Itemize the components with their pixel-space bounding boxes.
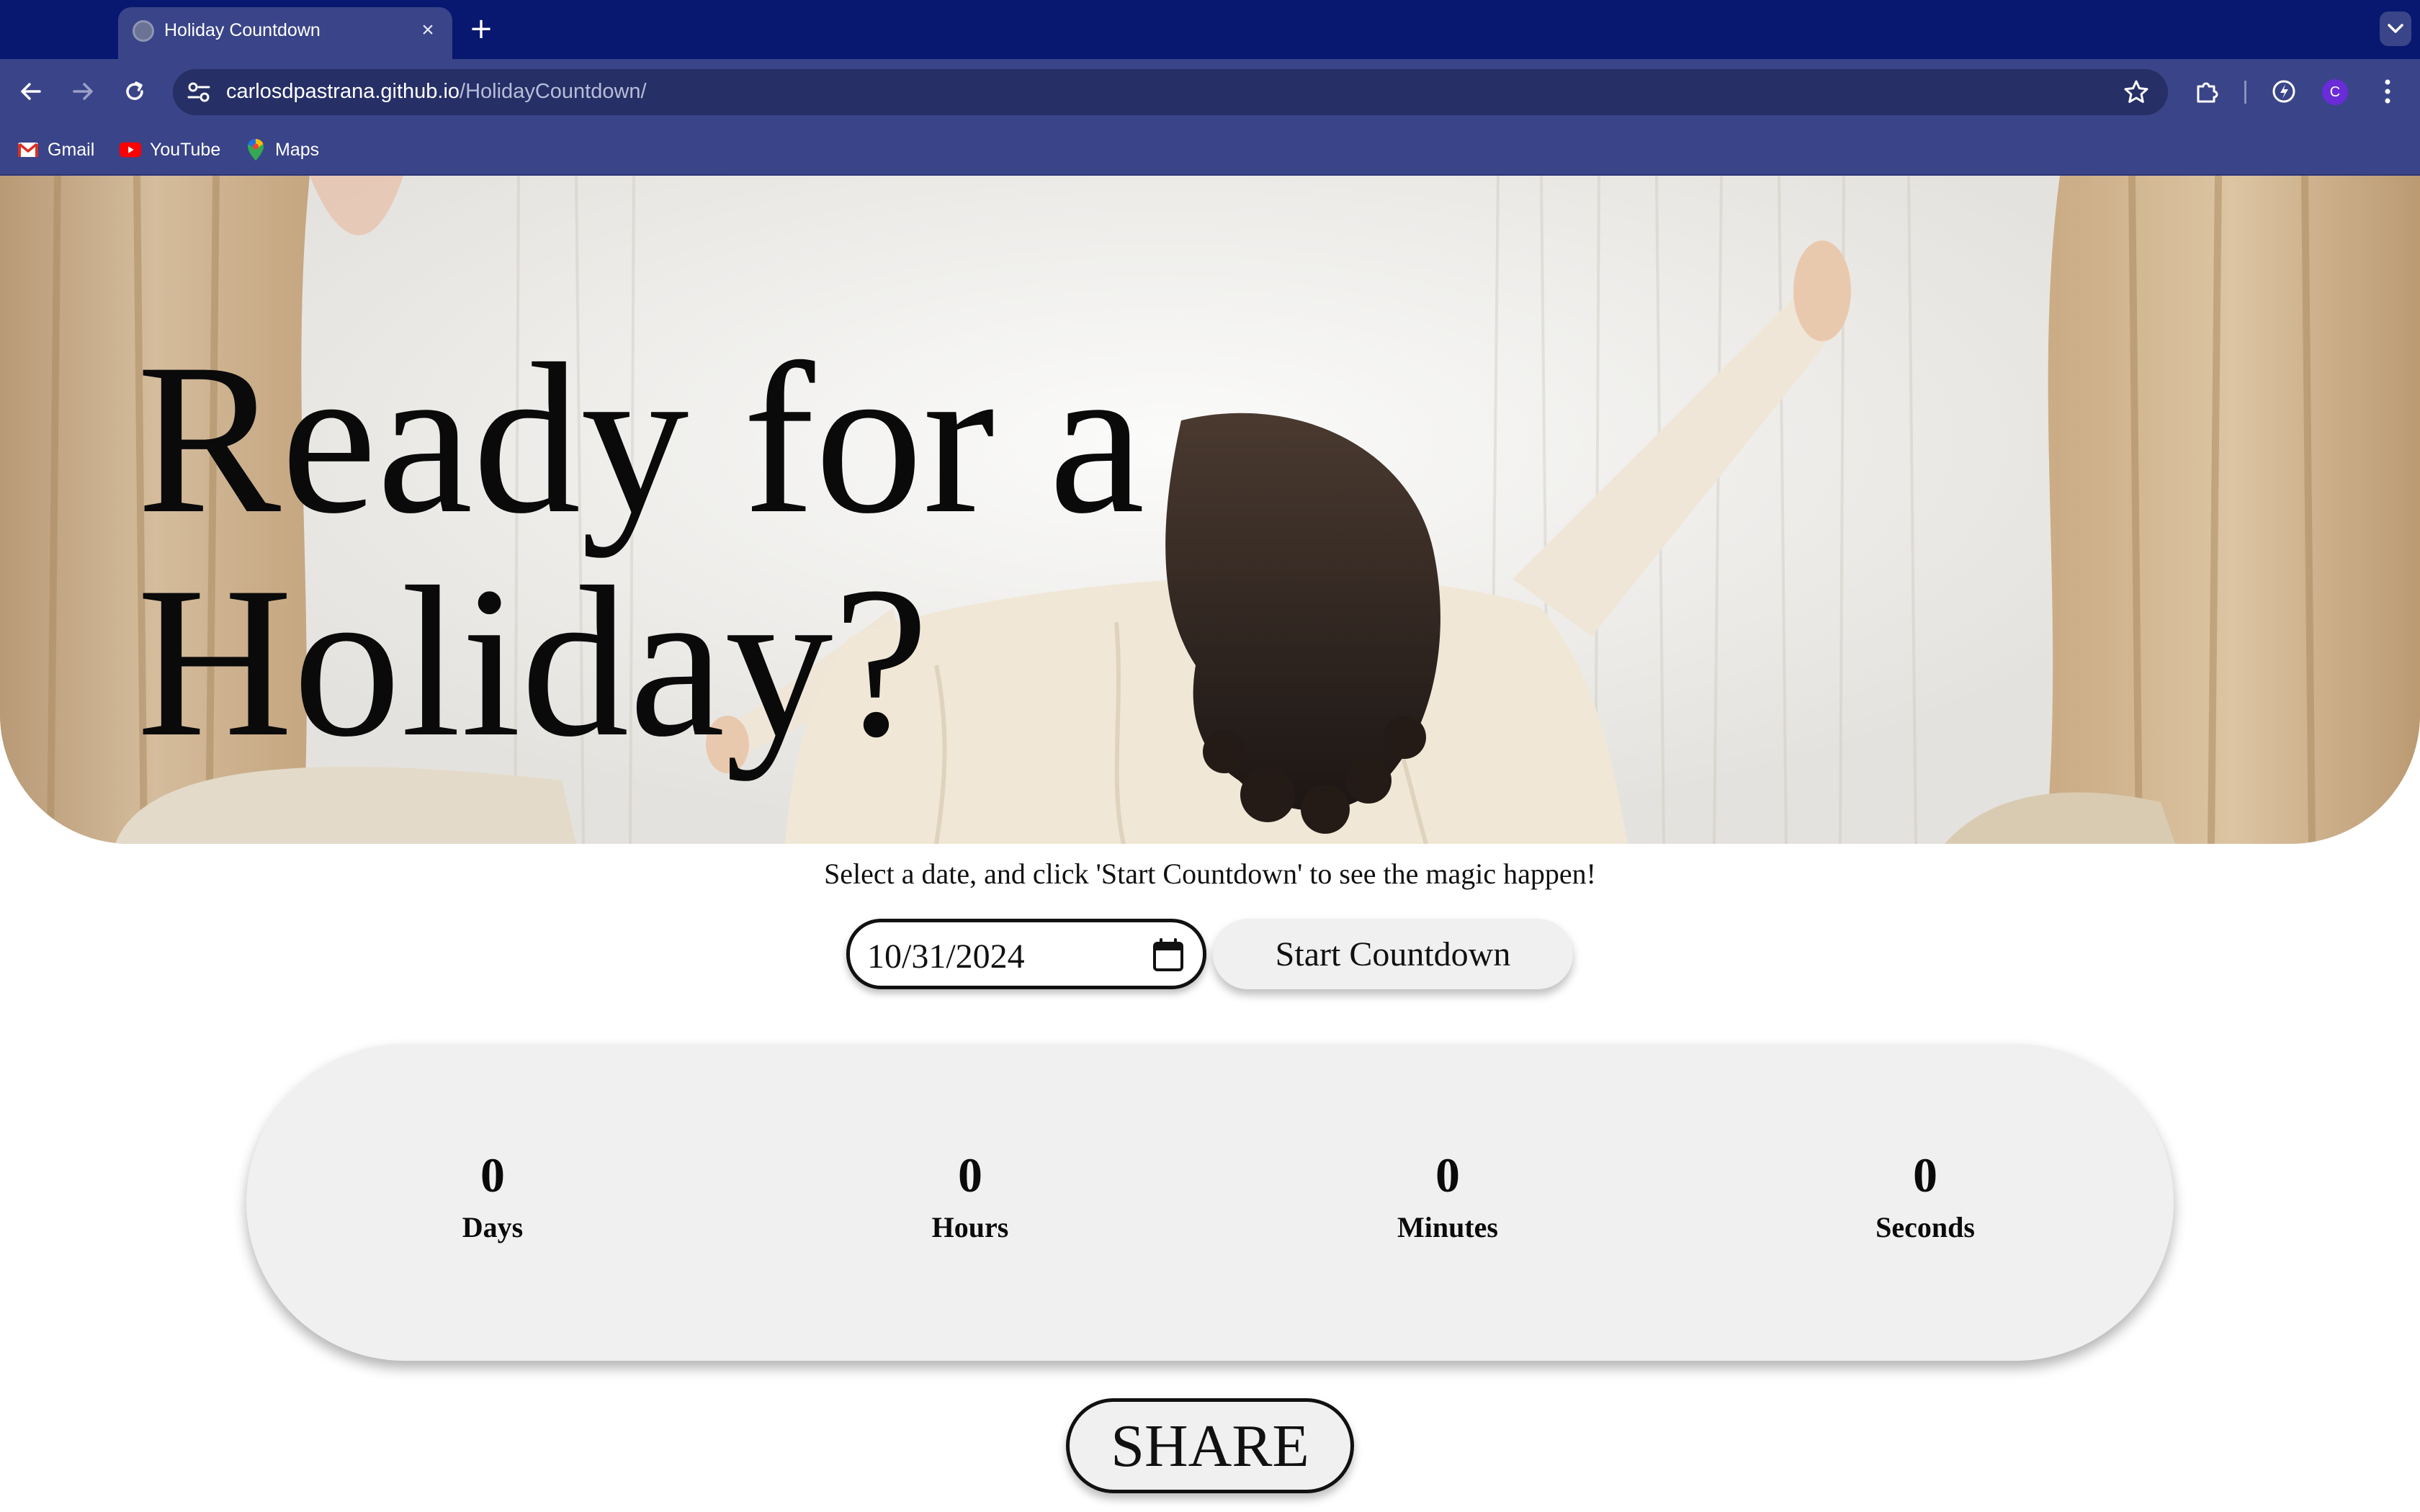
bookmark-label: YouTube xyxy=(150,139,221,160)
tab-title: Holiday Countdown xyxy=(164,20,321,40)
countdown-hours: 0 Hours xyxy=(826,1145,1114,1246)
browser-tab[interactable]: Holiday Countdown × xyxy=(118,7,452,59)
more-vertical-icon xyxy=(2385,79,2390,104)
days-label: Days xyxy=(462,1211,524,1243)
calendar-icon[interactable] xyxy=(1152,938,1184,973)
profile-avatar[interactable]: C xyxy=(2322,79,2348,105)
bookmarks-bar: Gmail YouTube Maps xyxy=(0,124,2420,176)
chevron-down-icon xyxy=(2388,24,2403,33)
countdown-minutes: 0 Minutes xyxy=(1304,1145,1592,1246)
instructions-text: Select a date, and click 'Start Countdow… xyxy=(824,858,1596,890)
hours-label: Hours xyxy=(931,1211,1009,1243)
minutes-label: Minutes xyxy=(1397,1211,1498,1243)
close-tab-button[interactable]: × xyxy=(413,16,442,45)
countdown-seconds: 0 Seconds xyxy=(1781,1145,2069,1246)
bookmark-star-icon[interactable] xyxy=(2122,78,2151,107)
countdown-panel: 0 Days 0 Hours 0 Minutes 0 Seconds xyxy=(246,1044,2174,1361)
gmail-icon xyxy=(17,139,39,161)
hours-value: 0 xyxy=(958,1148,982,1202)
tab-strip: Holiday Countdown × + xyxy=(0,0,2420,59)
maps-icon xyxy=(245,139,266,161)
bookmark-youtube[interactable]: YouTube xyxy=(120,137,220,163)
minutes-value: 0 xyxy=(1435,1148,1460,1202)
extensions-button[interactable] xyxy=(2191,75,2224,108)
bookmark-gmail[interactable]: Gmail xyxy=(17,137,94,163)
globe-icon xyxy=(133,20,154,42)
new-tab-button[interactable]: + xyxy=(467,10,496,48)
reload-button[interactable] xyxy=(117,73,153,109)
site-settings-icon[interactable] xyxy=(186,79,212,105)
bookmark-maps[interactable]: Maps xyxy=(245,137,319,163)
url-path: /HolidayCountdown/ xyxy=(460,80,647,103)
youtube-icon xyxy=(120,139,141,161)
days-value: 0 xyxy=(480,1148,505,1202)
date-input[interactable]: 10/31/2024 xyxy=(846,919,1206,989)
forward-button[interactable] xyxy=(65,73,101,109)
tab-search-button[interactable] xyxy=(2380,12,2411,46)
browser-toolbar: carlosdpastrana.github.io/HolidayCountdo… xyxy=(0,59,2420,124)
seconds-value: 0 xyxy=(1913,1148,1937,1202)
seconds-label: Seconds xyxy=(1876,1211,1975,1243)
arrow-right-icon xyxy=(73,83,93,100)
url-host: carlosdpastrana.github.io xyxy=(226,80,460,103)
date-value[interactable]: 10/31/2024 xyxy=(867,937,1025,976)
browser-menu-button[interactable] xyxy=(2371,75,2404,108)
bookmark-label: Gmail xyxy=(48,139,95,160)
url-text[interactable]: carlosdpastrana.github.io/HolidayCountdo… xyxy=(226,80,647,104)
bookmark-label: Maps xyxy=(275,139,320,160)
reload-icon xyxy=(126,81,143,100)
hero-title: Ready for a Holiday? xyxy=(137,327,1289,773)
hero-banner: Ready for a Holiday? xyxy=(0,176,2420,844)
hero-title-line-1: Ready for a xyxy=(137,319,1145,558)
arrow-left-icon xyxy=(21,83,41,100)
address-bar[interactable]: carlosdpastrana.github.io/HolidayCountdo… xyxy=(173,69,2168,115)
speed-icon xyxy=(2272,80,2295,103)
puzzle-icon xyxy=(2197,82,2218,103)
countdown-days: 0 Days xyxy=(349,1145,637,1246)
share-button[interactable]: SHARE xyxy=(1066,1398,1354,1493)
performance-button[interactable] xyxy=(2267,75,2300,108)
back-button[interactable] xyxy=(13,73,49,109)
hero-title-line-2: Holiday? xyxy=(137,542,929,781)
toolbar-divider xyxy=(2244,81,2246,104)
start-countdown-button[interactable]: Start Countdown xyxy=(1213,919,1573,989)
